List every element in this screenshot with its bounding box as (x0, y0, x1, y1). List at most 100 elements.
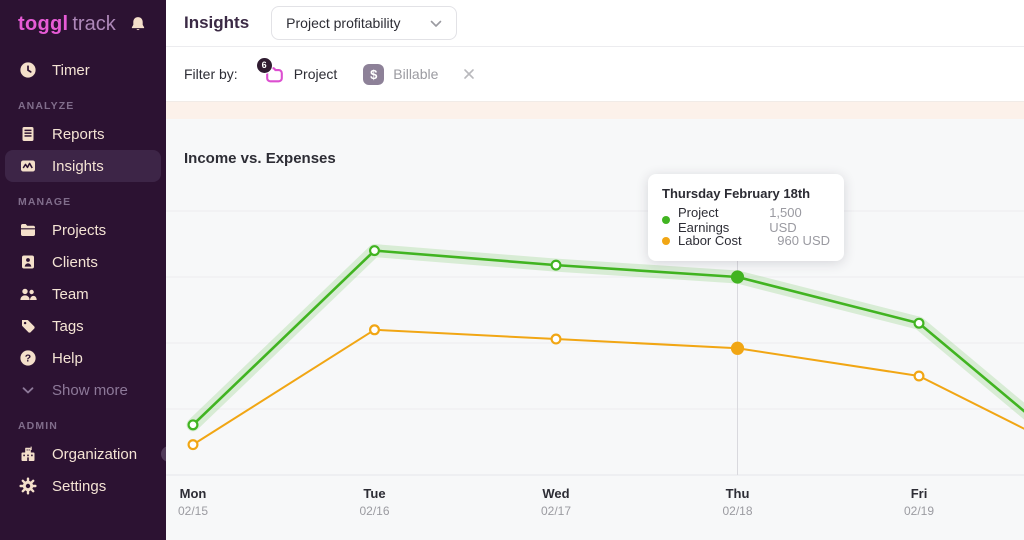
folder-icon (18, 220, 38, 240)
building-icon (18, 444, 38, 464)
series-dot-project-earnings (662, 216, 670, 224)
reports-icon (18, 124, 38, 144)
sidebar-item-clients[interactable]: Clients (0, 246, 166, 278)
series-line (193, 251, 1024, 475)
gear-icon (18, 476, 38, 496)
chevron-down-icon (430, 15, 442, 31)
section-label-analyze: ANALYZE (18, 100, 148, 112)
sidebar-item-team[interactable]: Team (0, 278, 166, 310)
x-axis-day: Thu (693, 486, 783, 501)
filter-bar: Filter by: 6 Project $ Billable (166, 47, 1024, 102)
clock-icon (18, 60, 38, 80)
data-point[interactable] (915, 372, 924, 381)
sidebar-item-label: Show more (52, 382, 128, 399)
sidebar-item-settings[interactable]: Settings (0, 470, 166, 502)
sidebar-nav: Timer ANALYZE Reports Insights MANAGE Pr… (0, 48, 166, 502)
x-axis-date: 02/19 (874, 504, 964, 518)
project-folder-icon: 6 (264, 64, 285, 85)
chart-title: Income vs. Expenses (184, 150, 336, 167)
filter-chip-project[interactable]: 6 Project (264, 64, 338, 85)
insights-icon (18, 156, 38, 176)
section-label-admin: ADMIN (18, 420, 148, 432)
sidebar-item-label: Team (52, 286, 89, 303)
sidebar-item-tags[interactable]: Tags (0, 310, 166, 342)
notifications-bell-button[interactable] (126, 12, 150, 36)
x-icon (462, 69, 476, 84)
x-axis-label: Tue 02/16 (330, 486, 420, 518)
sidebar-item-reports[interactable]: Reports (0, 118, 166, 150)
logo-row: toggltrack (0, 0, 166, 48)
sidebar-item-label: Reports (52, 126, 105, 143)
logo-toggl: toggl (18, 13, 68, 35)
sidebar-item-insights[interactable]: Insights (5, 150, 161, 182)
tooltip-series-value: 960 USD (777, 233, 830, 248)
tooltip-row: Project Earnings 1,500 USD (662, 209, 830, 230)
x-axis-day: Wed (511, 486, 601, 501)
sidebar-item-label: Projects (52, 222, 106, 239)
sidebar-item-label: Help (52, 350, 83, 367)
clear-filters-button[interactable] (460, 65, 478, 83)
x-axis-label: Mon 02/15 (166, 486, 238, 518)
series-glow (193, 251, 1024, 475)
x-axis-label: Wed 02/17 (511, 486, 601, 518)
filter-chip-label: Billable (393, 66, 438, 82)
x-axis-day: Fri (874, 486, 964, 501)
income-expenses-chart: Income vs. Expenses Mon 02/15 Tue 02/16 Wed 0… (166, 119, 1024, 540)
svg-text:?: ? (25, 353, 31, 365)
sidebar-item-label: Settings (52, 478, 106, 495)
filter-count-badge: 6 (256, 57, 273, 74)
x-axis-date: 02/16 (330, 504, 420, 518)
x-axis-date: 02/17 (511, 504, 601, 518)
page-title: Insights (184, 13, 249, 33)
filter-chip-billable[interactable]: $ Billable (363, 64, 438, 85)
tooltip-series-label: Labor Cost (678, 233, 742, 248)
billable-dollar-icon: $ (363, 64, 384, 85)
x-axis-date: 02/18 (693, 504, 783, 518)
tooltip-series-value: 1,500 USD (769, 205, 830, 235)
sidebar-item-label: Organization (52, 446, 137, 463)
section-label-manage: MANAGE (18, 196, 148, 208)
x-axis-day: Mon (166, 486, 238, 501)
data-point[interactable] (731, 270, 744, 283)
x-axis-day: Tue (330, 486, 420, 501)
data-point[interactable] (370, 246, 379, 255)
sidebar-item-label: Insights (52, 158, 104, 175)
series-dot-labor-cost (662, 237, 670, 245)
sidebar-item-show-more[interactable]: Show more (0, 374, 166, 406)
sidebar-item-projects[interactable]: Projects (0, 214, 166, 246)
chart-canvas (166, 119, 1024, 540)
view-dropdown-value: Project profitability (286, 15, 400, 31)
data-point[interactable] (731, 342, 744, 355)
data-point[interactable] (552, 261, 561, 270)
x-axis-label: Fri 02/19 (874, 486, 964, 518)
toggl-track-logo: toggltrack (18, 13, 116, 36)
data-point[interactable] (189, 440, 198, 449)
bell-icon (128, 14, 148, 34)
chart-tooltip: Thursday February 18th Project Earnings … (648, 174, 844, 261)
filter-chip-label: Project (294, 66, 338, 82)
help-icon: ? (18, 348, 38, 368)
peach-divider-strip (166, 102, 1024, 119)
x-axis-label: Thu 02/18 (693, 486, 783, 518)
sidebar: toggltrack Timer ANALYZE Reports Insight… (0, 0, 166, 540)
x-axis-date: 02/15 (166, 504, 238, 518)
chevron-down-icon (18, 380, 38, 400)
team-icon (18, 284, 38, 304)
tooltip-title: Thursday February 18th (662, 186, 830, 201)
main-content: Insights Project profitability Filter by… (166, 0, 1024, 540)
sidebar-item-label: Tags (52, 318, 84, 335)
series-line (193, 330, 1024, 467)
top-bar: Insights Project profitability (166, 0, 1024, 47)
sidebar-item-organization[interactable]: Organization Beta (0, 438, 166, 470)
data-point[interactable] (552, 335, 561, 344)
view-dropdown[interactable]: Project profitability (271, 6, 457, 40)
sidebar-item-label: Timer (52, 62, 90, 79)
data-point[interactable] (370, 325, 379, 334)
sidebar-item-help[interactable]: ? Help (0, 342, 166, 374)
data-point[interactable] (915, 319, 924, 328)
tag-icon (18, 316, 38, 336)
tooltip-series-label: Project Earnings (678, 205, 769, 235)
sidebar-item-timer[interactable]: Timer (0, 54, 166, 86)
sidebar-item-label: Clients (52, 254, 98, 271)
data-point[interactable] (189, 420, 198, 429)
